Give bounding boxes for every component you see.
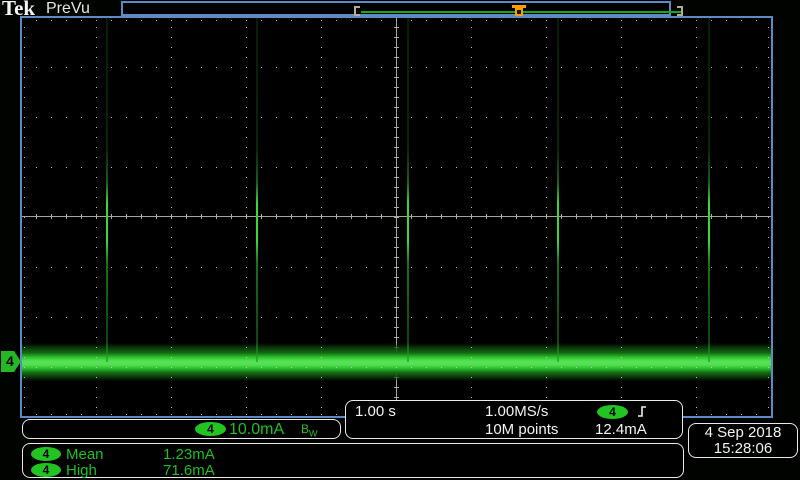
timebase-readout: 1.00 s xyxy=(355,403,396,420)
measurement-value: 1.23mA xyxy=(163,446,215,463)
graticule-dots xyxy=(36,317,759,318)
horizontal-trigger-readout-box[interactable]: 1.00 s 1.00MS/s 10M points 4 12.4mA xyxy=(345,400,683,439)
window-left-bracket xyxy=(354,6,360,16)
graticule-dots xyxy=(321,27,322,409)
datetime-box[interactable]: 4 Sep 2018 15:28:06 xyxy=(688,423,798,458)
time-label: 15:28:06 xyxy=(689,441,797,457)
channel4-waveform-baseline xyxy=(22,343,771,381)
measurement-name: Mean xyxy=(66,446,104,463)
channel4-badge: 4 xyxy=(195,422,226,436)
graticule-dots xyxy=(24,27,25,409)
graticule-dots xyxy=(546,27,547,409)
graticule-dots xyxy=(36,267,759,268)
bandwidth-limit-indicator: BW xyxy=(301,422,318,438)
waveform-pulse xyxy=(106,18,108,362)
measurement-row[interactable]: 4 Mean 1.23mA xyxy=(23,446,683,462)
record-view-bar[interactable] xyxy=(121,1,671,16)
measurement-source-badge: 4 xyxy=(31,447,61,461)
trigger-level-readout: 12.4mA xyxy=(595,421,647,438)
graticule-dots xyxy=(36,367,759,368)
record-length-readout: 10M points xyxy=(485,421,558,438)
graticule-dots xyxy=(36,167,759,168)
graticule-dots xyxy=(621,27,622,409)
measurement-name: High xyxy=(66,462,97,479)
trigger-source-badge: 4 xyxy=(597,405,628,419)
date-label: 4 Sep 2018 xyxy=(689,425,797,441)
graticule-dots xyxy=(96,27,97,409)
graticule-dots xyxy=(696,27,697,409)
sample-rate-readout: 1.00MS/s xyxy=(485,403,548,420)
waveform-pulse xyxy=(407,18,409,362)
graticule-dots xyxy=(36,117,759,118)
measurement-value: 71.6mA xyxy=(163,462,215,479)
graticule-dots xyxy=(246,27,247,409)
channel4-ground-marker[interactable]: 4 xyxy=(1,351,21,372)
window-right-bracket xyxy=(677,6,683,16)
graticule-dots xyxy=(171,27,172,409)
graticule-dots xyxy=(768,27,769,409)
graticule-dots xyxy=(471,27,472,409)
waveform-pulse xyxy=(256,18,258,362)
waveform-pulse xyxy=(557,18,559,362)
graticule-dots xyxy=(36,67,759,68)
measurement-source-badge: 4 xyxy=(31,463,61,477)
waveform-pulse xyxy=(708,18,710,362)
oscilloscope-screen: Tek PreVu 4 4 10.0mA BW 1.00 s 1.00MS/s … xyxy=(0,0,800,480)
graticule-area xyxy=(20,16,773,418)
measurements-box[interactable]: 4 Mean 1.23mA 4 High 71.6mA xyxy=(22,443,684,478)
graticule-dots xyxy=(36,20,759,21)
channel4-readout-box[interactable]: 4 10.0mA BW xyxy=(22,419,341,439)
channel4-scale: 10.0mA xyxy=(229,421,284,439)
measurement-row[interactable]: 4 High 71.6mA xyxy=(23,462,683,478)
